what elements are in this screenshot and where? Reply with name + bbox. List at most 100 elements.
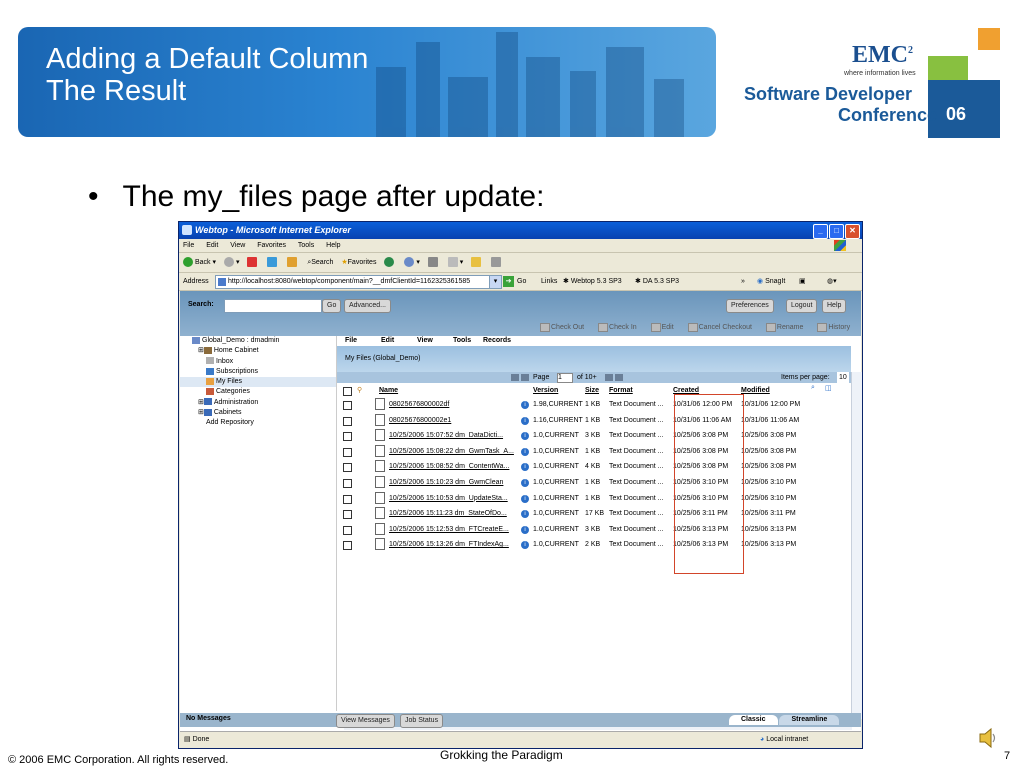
snagit-capture-icon[interactable]: ▣	[799, 273, 806, 290]
table-row[interactable]: i 10/25/2006 15:10:53 dm_UpdateSta... 1.0,…	[337, 491, 851, 507]
job-status-button[interactable]: Job Status	[400, 714, 444, 728]
refresh-button[interactable]	[267, 253, 279, 272]
row-checkbox[interactable]	[343, 416, 352, 426]
cell-name[interactable]: 10/25/2006 15:13:26 dm_FTIndexAg...	[389, 541, 509, 548]
column-modified[interactable]: Modified	[741, 387, 770, 394]
tree-item-administration[interactable]: ⊞ Administration	[180, 398, 336, 408]
logout-button[interactable]: Logout	[786, 299, 818, 313]
row-checkbox[interactable]	[343, 447, 352, 457]
info-icon[interactable]: i	[521, 479, 529, 487]
tab-streamline[interactable]: Streamline	[779, 715, 840, 725]
row-checkbox[interactable]	[343, 510, 352, 520]
cell-name[interactable]: 10/25/2006 15:10:23 dm_GwmClean	[389, 479, 503, 486]
go-arrow-icon[interactable]: ➔	[503, 276, 514, 287]
tree-item-subscriptions[interactable]: Subscriptions	[180, 367, 336, 377]
info-icon[interactable]: i	[521, 432, 529, 441]
view-messages-button[interactable]: View Messages	[336, 714, 395, 728]
history-action[interactable]: History	[817, 323, 856, 332]
table-row[interactable]: i 10/25/2006 15:08:52 dm_ContentWa... 1.0,…	[337, 459, 851, 475]
rename-action[interactable]: Rename	[765, 323, 809, 332]
app-menu-edit[interactable]: Edit	[381, 336, 394, 346]
menu-favorites[interactable]: Favorites	[257, 242, 286, 249]
last-page-icon[interactable]	[615, 374, 623, 381]
search-input[interactable]	[224, 299, 322, 313]
info-icon[interactable]: i	[521, 541, 529, 550]
page-input[interactable]: 1	[557, 373, 573, 383]
table-row[interactable]: i 10/25/2006 15:08:22 dm_GwmTask_A... 1.0,…	[337, 444, 851, 460]
search-icon[interactable]: ⌕	[811, 384, 815, 392]
column-size[interactable]: Size	[585, 387, 599, 394]
select-all-checkbox[interactable]	[343, 387, 352, 396]
table-row[interactable]: i 10/25/2006 15:07:52 dm_DataDicti... 1.0,…	[337, 428, 851, 444]
table-row[interactable]: i 08025676800002df 1.98,CURRENT 1 KB Text Do…	[337, 397, 851, 413]
cell-name[interactable]: 10/25/2006 15:07:52 dm_DataDicti...	[389, 432, 503, 439]
stop-button[interactable]	[247, 253, 259, 272]
address-dropdown-button[interactable]: ▾	[489, 275, 502, 289]
chevron-more-icon[interactable]: »	[741, 273, 745, 290]
help-button[interactable]: Help	[822, 299, 847, 313]
table-row[interactable]: i 10/25/2006 15:12:53 dm_FTCreateE... 1.0,…	[337, 522, 851, 538]
tree-item-home-cabinet[interactable]: ⊞ Home Cabinet	[180, 346, 336, 356]
favorites-button[interactable]: ★Favorites	[341, 253, 376, 272]
row-checkbox[interactable]	[343, 525, 352, 535]
folder-button[interactable]	[471, 253, 483, 272]
column-name[interactable]: Name	[379, 387, 398, 394]
address-input[interactable]: http://localhost:8080/webtop/component/m…	[215, 275, 501, 289]
link-webtop[interactable]: ✱ Webtop 5.3 SP3	[563, 273, 622, 290]
snagit-button[interactable]: ◉ SnagIt	[757, 273, 785, 290]
table-row[interactable]: i 10/25/2006 15:10:23 dm_GwmClean 1.0,CURR…	[337, 475, 851, 491]
tree-item-repository[interactable]: Global_Demo : dmadmin	[180, 336, 336, 346]
cell-name[interactable]: 08025676800002df	[389, 401, 449, 408]
tree-item-cabinets[interactable]: ⊞ Cabinets	[180, 408, 336, 418]
speaker-icon[interactable]	[978, 726, 998, 750]
maximize-button[interactable]: □	[829, 224, 844, 239]
prev-page-icon[interactable]	[521, 374, 529, 381]
cell-name[interactable]: 10/25/2006 15:08:52 dm_ContentWa...	[389, 463, 509, 470]
row-checkbox[interactable]	[343, 432, 352, 442]
info-icon[interactable]: i	[521, 463, 529, 472]
vertical-scrollbar[interactable]	[851, 372, 862, 719]
home-button[interactable]	[287, 253, 299, 272]
column-created[interactable]: Created	[673, 387, 699, 394]
search-button[interactable]: ⌕Search	[307, 253, 333, 272]
table-row[interactable]: i 08025676800002e1 1.16,CURRENT 1 KB Text Do…	[337, 413, 851, 429]
next-page-icon[interactable]	[605, 374, 613, 381]
info-icon[interactable]: i	[521, 510, 529, 519]
messenger-icon[interactable]: ◍▾	[827, 273, 837, 290]
info-icon[interactable]: i	[521, 494, 529, 503]
cancel-checkout-action[interactable]: Cancel Checkout	[687, 323, 758, 332]
row-checkbox[interactable]	[343, 463, 352, 473]
app-menu-records[interactable]: Records	[483, 336, 511, 346]
back-button[interactable]: Back ▾	[183, 253, 216, 272]
row-checkbox[interactable]	[343, 401, 352, 410]
row-checkbox[interactable]	[343, 541, 352, 551]
menu-edit[interactable]: Edit	[206, 242, 218, 249]
close-button[interactable]: ✕	[845, 224, 860, 239]
row-checkbox[interactable]	[343, 479, 352, 488]
media-button[interactable]	[384, 253, 396, 272]
info-icon[interactable]: i	[521, 401, 529, 409]
edit-action[interactable]: Edit	[650, 323, 680, 332]
check-out-action[interactable]: Check Out	[540, 323, 590, 332]
check-in-action[interactable]: Check In	[598, 323, 643, 332]
tree-item-add-repository[interactable]: Add Repository	[180, 418, 336, 428]
table-row[interactable]: i 10/25/2006 15:13:26 dm_FTIndexAg... 1.0,…	[337, 537, 851, 553]
history-button[interactable]: ▾	[404, 253, 420, 272]
app-menu-tools[interactable]: Tools	[453, 336, 471, 346]
cell-name[interactable]: 10/25/2006 15:12:53 dm_FTCreateE...	[389, 526, 509, 533]
cell-name[interactable]: 10/25/2006 15:08:22 dm_GwmTask_A...	[389, 448, 514, 455]
tree-item-categories[interactable]: Categories	[180, 387, 336, 397]
tree-item-my-files[interactable]: My Files	[180, 377, 336, 388]
info-icon[interactable]: i	[521, 447, 529, 456]
info-icon[interactable]: i	[521, 525, 529, 534]
column-format[interactable]: Format	[609, 387, 633, 394]
print-button[interactable]: ▾	[447, 253, 463, 272]
row-checkbox[interactable]	[343, 494, 352, 504]
app-menu-view[interactable]: View	[417, 336, 433, 346]
menu-help[interactable]: Help	[326, 242, 340, 249]
go-button[interactable]: Go	[517, 273, 526, 290]
tree-item-inbox[interactable]: Inbox	[180, 357, 336, 367]
table-row[interactable]: i 10/25/2006 15:11:23 dm_StateOfDo... 1.0,…	[337, 506, 851, 522]
menu-file[interactable]: File	[183, 242, 194, 249]
minimize-button[interactable]: _	[813, 224, 828, 239]
